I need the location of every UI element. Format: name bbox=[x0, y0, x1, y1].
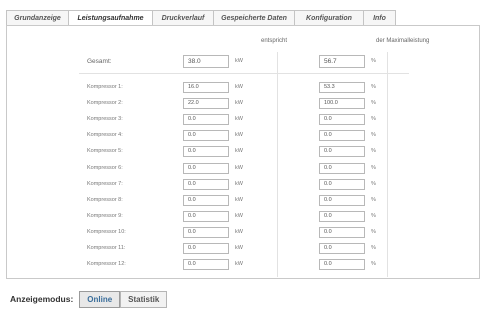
compressor-label: Kompressor 8: bbox=[87, 196, 123, 203]
percent-unit: % bbox=[371, 261, 376, 268]
compressor-percent-field[interactable]: 0.0 bbox=[319, 226, 365, 238]
compressor-label: Kompressor 9: bbox=[87, 212, 123, 219]
compressor-label: Kompressor 2: bbox=[87, 100, 123, 107]
compressor-power-field[interactable]: 0.0 bbox=[183, 114, 229, 126]
percent-unit: % bbox=[371, 116, 376, 123]
compressor-label: Kompressor 4: bbox=[87, 132, 123, 139]
tab-bar: Grundanzeige Leistungsaufnahme Druckverl… bbox=[6, 10, 480, 26]
compressor-label: Kompressor 3: bbox=[87, 116, 123, 123]
compressor-percent-field[interactable]: 0.0 bbox=[319, 210, 365, 222]
compressor-percent-field[interactable]: 0.0 bbox=[319, 146, 365, 158]
percent-unit: % bbox=[371, 180, 376, 187]
power-unit: kW bbox=[235, 58, 243, 64]
compressor-percent-field[interactable]: 0.0 bbox=[319, 194, 365, 206]
leistungsaufnahme-panel: entspricht der Maximalleistung Gesamt: 38… bbox=[6, 25, 480, 279]
compressor-row: Kompressor 12: 0.0 kW 0.0% bbox=[7, 258, 479, 272]
compressor-power-field[interactable]: 0.0 bbox=[183, 162, 229, 174]
mode-bar: Anzeigemodus: Online Statistik bbox=[6, 287, 480, 311]
compressor-row: Kompressor 1: 16.0 kW 53.3% bbox=[7, 81, 479, 95]
header-entspricht: entspricht bbox=[261, 38, 288, 44]
power-unit: kW bbox=[235, 164, 243, 171]
compressor-power-field[interactable]: 0.0 bbox=[183, 243, 229, 254]
compressor-power-field[interactable]: 0.0 bbox=[183, 130, 229, 142]
online-button[interactable]: Online bbox=[79, 290, 121, 308]
compressor-row: Kompressor 5: 0.0 kW 0.0% bbox=[7, 145, 479, 159]
power-unit: kW bbox=[235, 132, 243, 139]
compressor-percent-field[interactable]: 0.0 bbox=[319, 114, 365, 126]
power-unit: kW bbox=[235, 261, 243, 268]
compressor-label: Kompressor 12: bbox=[87, 261, 126, 268]
compressor-percent-field[interactable]: 0.0 bbox=[319, 243, 365, 254]
compressor-percent-field[interactable]: 0.0 bbox=[319, 162, 365, 174]
compressor-power-field[interactable]: 0.0 bbox=[183, 178, 229, 190]
power-unit: kW bbox=[235, 245, 243, 251]
compressor-row: Kompressor 8: 0.0 kW 0.0% bbox=[7, 194, 479, 208]
tab-gespeicherte-daten[interactable]: Gespeicherte Daten bbox=[213, 10, 294, 26]
percent-unit: % bbox=[371, 212, 376, 219]
power-unit: kW bbox=[235, 148, 243, 155]
power-unit: kW bbox=[235, 212, 243, 219]
compressor-power-field[interactable]: 0.0 bbox=[183, 226, 229, 238]
compressor-power-field[interactable]: 0.0 bbox=[183, 194, 229, 206]
compressor-row: Kompressor 3: 0.0 kW 0.0% bbox=[7, 113, 479, 127]
compressor-percent-field[interactable]: 0.0 bbox=[319, 130, 365, 142]
percent-unit: % bbox=[371, 228, 376, 235]
power-unit: kW bbox=[235, 180, 243, 187]
header-maximalleistung: der Maximalleistung bbox=[376, 38, 430, 44]
tab-info[interactable]: Info bbox=[363, 10, 396, 26]
compressor-row: Kompressor 7: 0.0 kW 0.0% bbox=[7, 178, 479, 192]
power-unit: kW bbox=[235, 196, 243, 203]
tab-konfiguration[interactable]: Konfiguration bbox=[294, 10, 363, 26]
compressor-row: Kompressor 6: 0.0 kW 0.0% bbox=[7, 162, 479, 176]
total-percent-field[interactable]: 56.7 bbox=[319, 55, 365, 68]
compressor-percent-field[interactable]: 100.0 bbox=[319, 98, 365, 110]
compressor-label: Kompressor 7: bbox=[87, 180, 123, 187]
compressor-power-field[interactable]: 0.0 bbox=[183, 146, 229, 158]
compressor-percent-field[interactable]: 0.0 bbox=[319, 178, 365, 190]
percent-unit: % bbox=[371, 164, 376, 171]
compressor-row: Kompressor 11: 0.0 kW 0.0% bbox=[7, 242, 479, 256]
tab-druckverlauf[interactable]: Druckverlauf bbox=[152, 10, 213, 26]
compressor-label: Kompressor 1: bbox=[87, 84, 123, 90]
percent-unit: % bbox=[371, 84, 376, 90]
percent-unit: % bbox=[371, 100, 376, 107]
percent-unit: % bbox=[371, 132, 376, 139]
power-unit: kW bbox=[235, 84, 243, 90]
compressor-power-field[interactable]: 0.0 bbox=[183, 259, 229, 271]
power-unit: kW bbox=[235, 116, 243, 123]
compressor-label: Kompressor 6: bbox=[87, 164, 123, 171]
compressor-label: Kompressor 11: bbox=[87, 245, 126, 251]
mode-label: Anzeigemodus: bbox=[10, 294, 74, 304]
compressor-power-field[interactable]: 0.0 bbox=[183, 210, 229, 222]
total-row: Gesamt: 38.0 kW 56.7% bbox=[7, 55, 479, 69]
total-power-field[interactable]: 38.0 bbox=[183, 55, 229, 68]
compressor-percent-field[interactable]: 53.3 bbox=[319, 82, 365, 93]
compressor-row: Kompressor 10: 0.0 kW 0.0% bbox=[7, 226, 479, 240]
compressor-power-field[interactable]: 16.0 bbox=[183, 82, 229, 93]
tab-leistungsaufnahme[interactable]: Leistungsaufnahme bbox=[68, 10, 152, 26]
power-unit: kW bbox=[235, 100, 243, 107]
total-label: Gesamt: bbox=[87, 58, 112, 65]
compressor-power-field[interactable]: 22.0 bbox=[183, 98, 229, 110]
compressor-label: Kompressor 10: bbox=[87, 228, 126, 235]
percent-unit: % bbox=[371, 58, 376, 64]
power-unit: kW bbox=[235, 228, 243, 235]
compressor-row: Kompressor 2: 22.0 kW 100.0% bbox=[7, 97, 479, 111]
row-divider bbox=[79, 73, 409, 74]
percent-unit: % bbox=[371, 148, 376, 155]
statistik-button[interactable]: Statistik bbox=[120, 290, 168, 308]
tab-grundanzeige[interactable]: Grundanzeige bbox=[6, 10, 68, 26]
compressor-row: Kompressor 9: 0.0 kW 0.0% bbox=[7, 210, 479, 224]
compressor-row: Kompressor 4: 0.0 kW 0.0% bbox=[7, 129, 479, 143]
percent-unit: % bbox=[371, 196, 376, 203]
percent-unit: % bbox=[371, 245, 376, 251]
compressor-percent-field[interactable]: 0.0 bbox=[319, 259, 365, 271]
compressor-label: Kompressor 5: bbox=[87, 148, 123, 155]
